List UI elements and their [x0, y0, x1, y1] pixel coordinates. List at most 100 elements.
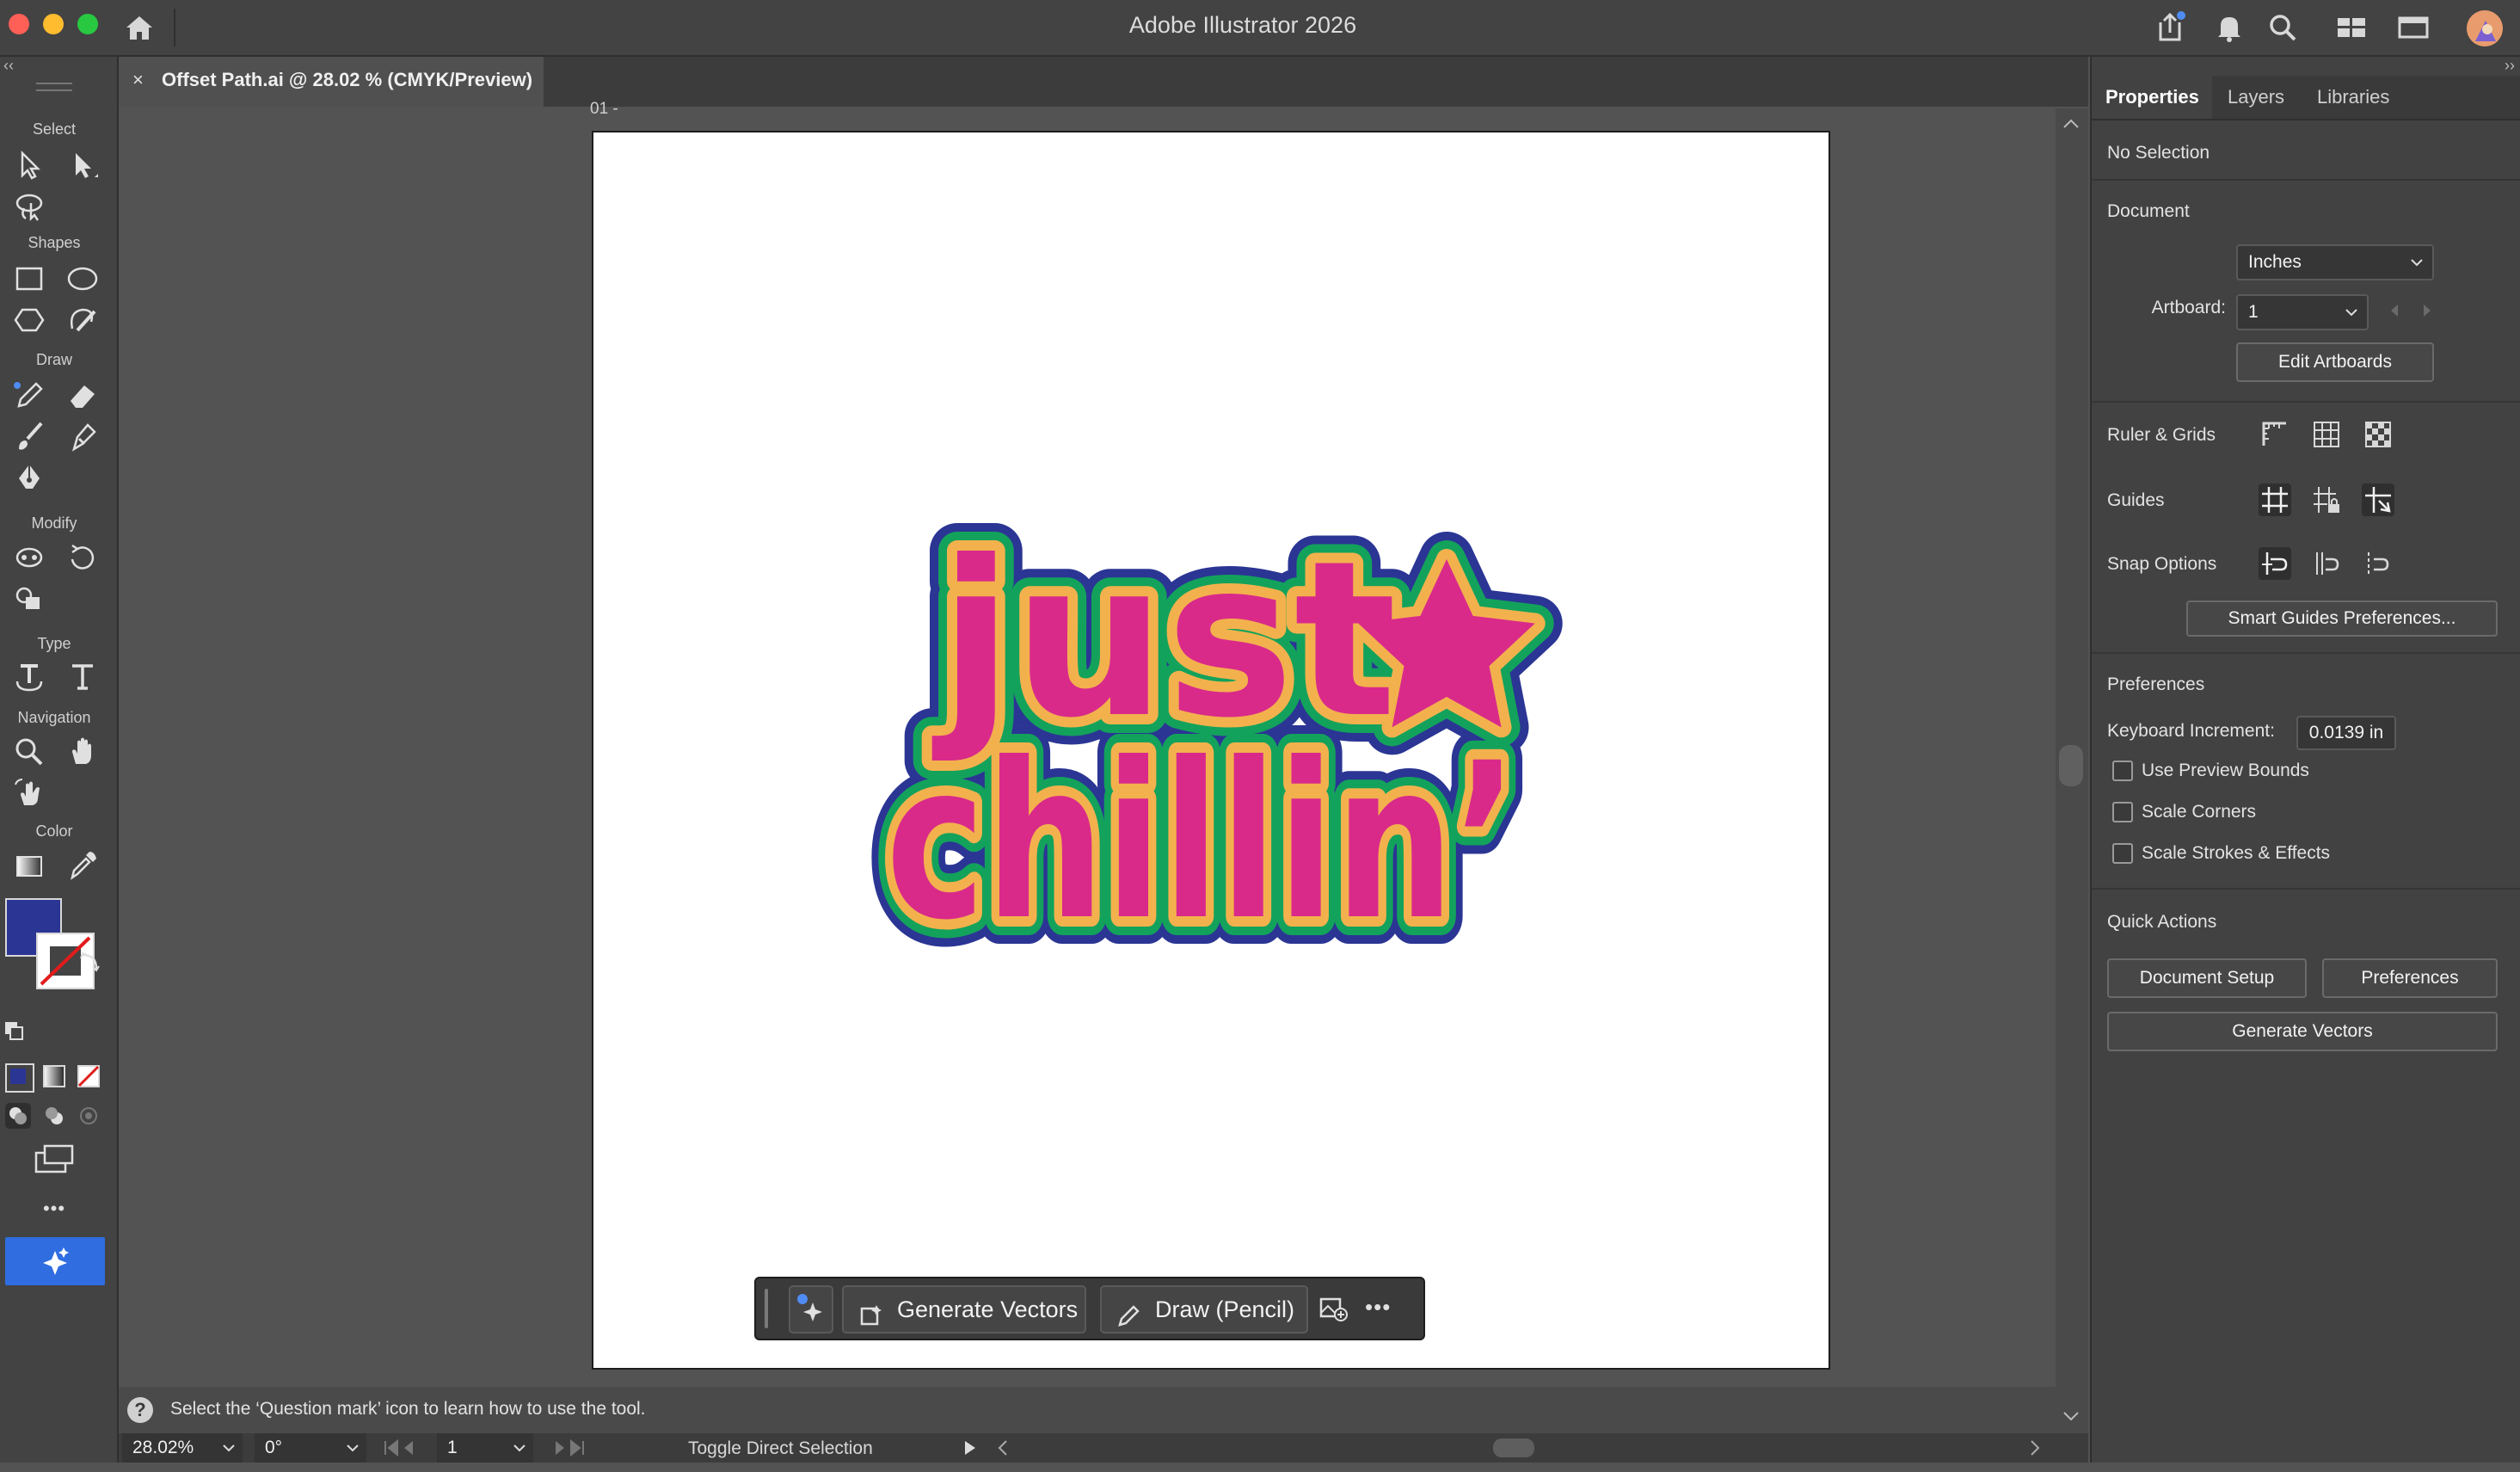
pencil-icon	[1117, 1297, 1141, 1327]
horizontal-scroll-thumb[interactable]	[1493, 1438, 1534, 1457]
lock-guides-icon[interactable]	[2310, 483, 2343, 516]
taskbar-add-image-icon[interactable]	[1318, 1294, 1348, 1323]
artboard-number-dropdown-icon[interactable]	[511, 1433, 528, 1472]
keyboard-increment-label: Keyboard Increment:	[2107, 721, 2275, 741]
use-preview-bounds-checkbox[interactable]	[2112, 761, 2133, 781]
zoom-field[interactable]: 28.02%	[122, 1433, 243, 1463]
hand-tool-icon[interactable]	[65, 735, 100, 769]
search-icon[interactable]	[2265, 10, 2300, 45]
taskbar-ai-button[interactable]	[789, 1285, 833, 1333]
draw-normal-icon[interactable]	[5, 1103, 31, 1129]
scroll-up-icon[interactable]	[2062, 115, 2080, 133]
rotate-view-tool-icon[interactable]	[12, 776, 46, 810]
preferences-button[interactable]: Preferences	[2322, 958, 2498, 998]
blob-brush-tool-icon[interactable]	[65, 420, 100, 454]
shape-builder-tool-icon[interactable]	[12, 582, 46, 616]
rotation-dropdown-icon[interactable]	[344, 1433, 361, 1472]
paintbrush-tool-icon[interactable]	[12, 420, 46, 454]
taskbar-generate-vectors-button[interactable]: Generate Vectors	[842, 1285, 1086, 1333]
rotation-field[interactable]: 0°	[255, 1433, 366, 1463]
smart-guides-icon[interactable]	[2362, 483, 2394, 516]
zoom-tool-icon[interactable]	[12, 735, 46, 769]
snap-to-point-icon[interactable]	[2259, 547, 2291, 580]
taskbar-grip[interactable]	[765, 1289, 768, 1328]
generate-vectors-button[interactable]: Generate Vectors	[2107, 1012, 2498, 1051]
vertical-scrollbar[interactable]	[2056, 108, 2088, 1433]
default-colors-icon[interactable]	[3, 1020, 24, 1041]
status-menu-icon[interactable]	[962, 1438, 979, 1462]
last-artboard-icon[interactable]	[549, 1438, 587, 1462]
notification-bell-icon[interactable]	[2212, 10, 2246, 45]
canvas[interactable]: 01 - just chillin’ just chillin’ just chill…	[119, 100, 2054, 1382]
artwork-just-chillin[interactable]: justchillin’ justchillin’ justchillin’ j…	[827, 499, 1593, 964]
artboard[interactable]: just chillin’ just chillin’ just chillin’ j…	[592, 131, 1830, 1370]
gradient-tool-icon[interactable]	[12, 848, 46, 883]
ruler-icon[interactable]	[2259, 418, 2291, 451]
stroke-swatch[interactable]	[36, 986, 91, 1041]
grid-icon[interactable]	[2310, 418, 2343, 451]
scroll-right-icon[interactable]	[2028, 1438, 2042, 1462]
smart-guides-preferences-button[interactable]: Smart Guides Preferences...	[2186, 601, 2498, 637]
vertical-scroll-thumb[interactable]	[2059, 745, 2083, 786]
show-guides-icon[interactable]	[2259, 483, 2291, 516]
scroll-left-icon[interactable]	[996, 1438, 1010, 1462]
first-artboard-icon[interactable]	[382, 1438, 420, 1462]
gradient-mode-button[interactable]	[41, 1063, 67, 1089]
next-artboard-icon[interactable]	[2420, 303, 2434, 323]
scale-corners-checkbox[interactable]	[2112, 802, 2133, 822]
collapse-tools-button[interactable]: ‹‹	[3, 57, 14, 75]
screen-mode-icon[interactable]	[33, 1142, 76, 1177]
draw-inside-icon[interactable]	[76, 1103, 101, 1129]
generative-ai-button[interactable]	[5, 1237, 105, 1285]
edit-toolbar-button[interactable]: •••	[0, 1198, 108, 1220]
puppet-warp-tool-icon[interactable]	[12, 540, 46, 575]
rotation-value: 0°	[265, 1438, 283, 1457]
tab-properties[interactable]: Properties	[2105, 86, 2199, 108]
panel-toggle-icon[interactable]	[2396, 10, 2431, 45]
lasso-tool-icon[interactable]	[12, 189, 46, 224]
swap-fill-stroke-icon[interactable]	[79, 952, 100, 972]
rectangle-tool-icon[interactable]	[12, 262, 46, 296]
snap-options-heading: Snap Options	[2107, 554, 2217, 574]
pencil-tool-icon[interactable]	[12, 379, 46, 413]
artboard-select[interactable]: 1	[2236, 294, 2369, 330]
pen-tool-icon[interactable]	[12, 461, 46, 496]
document-setup-button[interactable]: Document Setup	[2107, 958, 2307, 998]
units-select[interactable]: Inches	[2236, 244, 2434, 280]
eyedropper-tool-icon[interactable]	[65, 848, 100, 883]
ellipse-tool-icon[interactable]	[65, 262, 100, 296]
question-mark-icon[interactable]: ?	[127, 1397, 153, 1423]
close-tab-icon[interactable]: ×	[132, 69, 144, 91]
scroll-down-icon[interactable]	[2062, 1411, 2080, 1427]
collapse-panel-button[interactable]: ››	[2505, 57, 2515, 75]
artboard-number-field[interactable]: 1	[437, 1433, 533, 1463]
tab-layers[interactable]: Layers	[2228, 86, 2284, 108]
panel-grip[interactable]	[36, 83, 72, 91]
shaper-tool-icon[interactable]	[65, 303, 100, 337]
transparency-grid-icon[interactable]	[2362, 418, 2394, 451]
type-tool-icon[interactable]	[65, 659, 100, 693]
workspace-layout-icon[interactable]	[2334, 10, 2369, 45]
zoom-dropdown-icon[interactable]	[220, 1433, 237, 1472]
eraser-tool-icon[interactable]	[65, 379, 100, 413]
snap-to-glyph-icon[interactable]	[2362, 547, 2394, 580]
edit-artboards-button[interactable]: Edit Artboards	[2236, 342, 2434, 382]
none-mode-button[interactable]	[76, 1063, 101, 1089]
previous-artboard-icon[interactable]	[2388, 303, 2401, 323]
keyboard-increment-input[interactable]: 0.0139 in	[2296, 716, 2396, 750]
taskbar-draw-pencil-button[interactable]: Draw (Pencil)	[1100, 1285, 1308, 1333]
scale-strokes-effects-checkbox[interactable]	[2112, 843, 2133, 864]
direct-selection-tool-icon[interactable]	[65, 148, 100, 182]
rotate-tool-icon[interactable]	[65, 540, 100, 575]
document-tab[interactable]: × Offset Path.ai @ 28.02 % (CMYK/Preview…	[119, 57, 544, 107]
draw-behind-icon[interactable]	[41, 1103, 67, 1129]
selection-tool-icon[interactable]	[12, 148, 46, 182]
polygon-tool-icon[interactable]	[12, 303, 46, 337]
share-icon[interactable]	[2154, 10, 2188, 45]
tab-libraries[interactable]: Libraries	[2317, 86, 2389, 108]
taskbar-more-button[interactable]: •••	[1365, 1294, 1391, 1321]
type-on-path-tool-icon[interactable]	[12, 659, 46, 693]
user-avatar[interactable]	[2467, 10, 2503, 46]
snap-to-pixel-icon[interactable]	[2310, 547, 2343, 580]
color-mode-button[interactable]	[5, 1063, 34, 1093]
